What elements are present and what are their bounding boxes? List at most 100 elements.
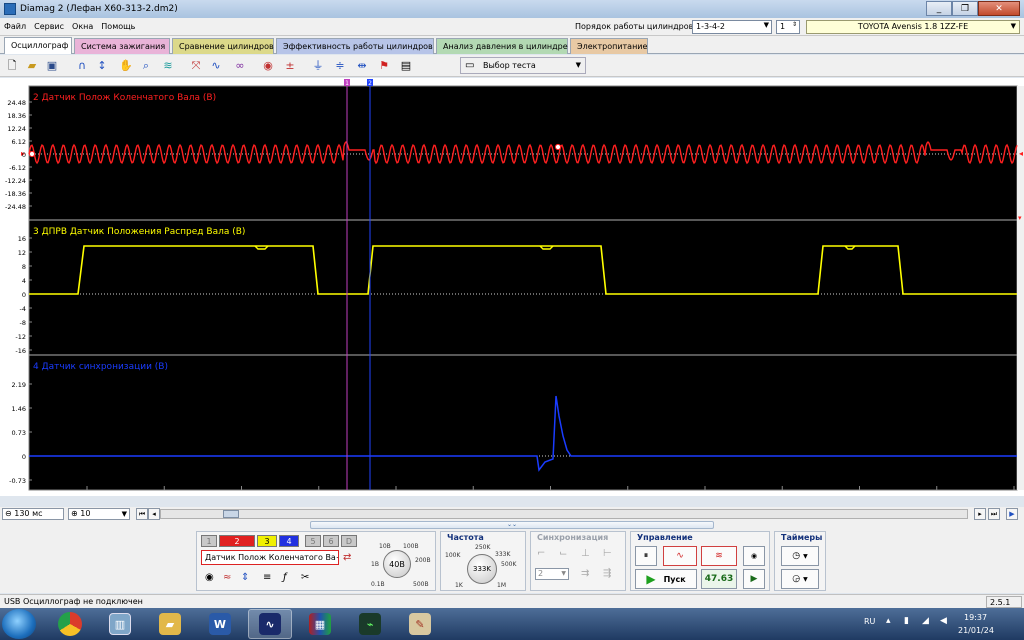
channel-5-button[interactable]: 5	[305, 535, 321, 547]
zero-icon[interactable]: ±	[282, 58, 298, 74]
prev-page-button[interactable]: ◂	[148, 508, 160, 520]
last-page-button[interactable]: ⏭	[988, 508, 1000, 520]
tab-ignition[interactable]: Система зажигания	[74, 38, 170, 54]
tab-oscilloscope[interactable]: Осциллограф	[4, 37, 72, 54]
channel-3-button[interactable]: 3	[257, 535, 277, 547]
taskbar-scope-tool[interactable]: ⌁	[348, 609, 392, 639]
invert-icon[interactable]: ≈	[223, 572, 231, 584]
function-icon[interactable]: ƒ	[283, 572, 287, 584]
channel-6-button[interactable]: 6	[323, 535, 339, 547]
tab-power-supply[interactable]: Электропитание	[570, 38, 648, 54]
cursor-sync-icon[interactable]: ⇹	[354, 58, 370, 74]
language-indicator[interactable]: RU	[864, 617, 875, 626]
menu-help[interactable]: Помощь	[97, 22, 139, 31]
tools-icon[interactable]: ✂	[301, 572, 309, 584]
sine-mode-button[interactable]: ∿	[663, 546, 697, 566]
cylinder-spinner[interactable]: 1 ⇕	[776, 20, 800, 34]
trigger-fall-icon[interactable]: ⌙	[559, 548, 567, 560]
offset-icon[interactable]: ⇕	[241, 572, 249, 584]
stack-icon[interactable]: ≋	[160, 58, 176, 74]
restore-button[interactable]: ❐	[952, 1, 978, 16]
menu-windows[interactable]: Окна	[68, 22, 97, 31]
oscilloscope-area[interactable]: ◂ ▾ ▸ 24.48 18.36 12.24 6.12 0 -6.12 -12.24 -18…	[0, 78, 1024, 496]
play-scroll-button[interactable]: ▶	[1006, 508, 1018, 520]
taskbar-diamag[interactable]: ∿	[248, 609, 292, 639]
clock-time[interactable]: 19:37	[964, 613, 987, 622]
panel-collapse-handle[interactable]: ⌄⌄	[310, 521, 714, 529]
x-tick-label: 3.62541	[481, 495, 510, 496]
vehicle-selector[interactable]: TOYOTA Avensis 1.8 1ZZ-FE ▼	[806, 20, 1020, 34]
channel-4-button[interactable]: 4	[279, 535, 299, 547]
time-scroll-thumb[interactable]	[223, 510, 239, 518]
wave-compare-icon[interactable]: ∿	[208, 58, 224, 74]
minimize-button[interactable]: _	[926, 1, 952, 16]
zoom-select[interactable]: ⊕ 10 ▼	[68, 508, 130, 520]
taskbar-files[interactable]: ▰	[148, 609, 192, 639]
channel-d-button[interactable]: D	[341, 535, 357, 547]
y-tick-label: 0.73	[12, 429, 26, 437]
new-file-icon[interactable]: 🗋	[4, 58, 20, 74]
time-scrollbar[interactable]	[160, 509, 968, 519]
channel-name-field[interactable]: Датчик Полож Коленчатого Ва⋯	[201, 550, 339, 565]
flag-icon[interactable]: ⚑	[376, 58, 392, 74]
timer-1-button[interactable]: ◷ ▼	[781, 546, 819, 566]
show-hidden-icon[interactable]: ▴	[886, 616, 891, 626]
next-page-button[interactable]: ▸	[974, 508, 986, 520]
tab-pressure-analysis[interactable]: Анализ давления в цилиндре	[436, 38, 568, 54]
taskbar-paint[interactable]: ✎	[398, 609, 442, 639]
compress-icon[interactable]: ⤧	[188, 58, 204, 74]
auto-icon[interactable]: ◉	[260, 58, 276, 74]
start-button[interactable]	[2, 609, 36, 639]
frequency-scale-label: 250K	[475, 544, 491, 551]
frequency-knob[interactable]: 333K	[467, 554, 497, 584]
cylinder-order-select[interactable]: 1-3-4-2 ▼	[692, 20, 772, 34]
test-select[interactable]: ▭ Выбор теста ▼	[460, 57, 586, 74]
auto-start-button[interactable]: ▶	[743, 569, 765, 589]
timer-2-button[interactable]: ◶ ▼	[781, 569, 819, 589]
filter-icon[interactable]: ⏚	[310, 58, 326, 74]
report-icon[interactable]: ▤	[398, 58, 414, 74]
network-icon[interactable]: ◢	[922, 616, 929, 626]
sync-channel-select[interactable]: 2 ▼	[535, 568, 569, 580]
menu-service[interactable]: Сервис	[30, 22, 68, 31]
trigger-rise-icon[interactable]: ⌐	[537, 548, 545, 560]
tab-cylinder-compare[interactable]: Сравнение цилиндров	[172, 38, 274, 54]
auto-button[interactable]: ◉	[743, 546, 765, 566]
taskbar-archiver[interactable]: ▦	[298, 609, 342, 639]
oscilloscope-plot[interactable]: ◂ ▾ ▸ 24.4818.3612.246.120-6.12-12.24-18…	[0, 78, 1024, 496]
tab-cylinder-efficiency[interactable]: Эффективность работы цилиндров	[276, 38, 434, 54]
signal-icon[interactable]: ▮	[904, 616, 909, 626]
pause-button[interactable]: ⏸	[635, 546, 657, 566]
start-button[interactable]: ▶ Пуск	[635, 569, 697, 589]
probe-icon[interactable]: ◉	[205, 572, 214, 584]
channel-2-button[interactable]: 2	[219, 535, 255, 547]
trigger-single-icon[interactable]: ⊢	[603, 548, 612, 560]
volume-icon[interactable]: ◀	[940, 616, 947, 626]
overlay-icon[interactable]: ∞	[232, 58, 248, 74]
taskbar-explorer-window[interactable]: ▥	[98, 609, 142, 639]
stretch-icon[interactable]: ↕	[94, 58, 110, 74]
channel-1-button[interactable]: 1	[201, 535, 217, 547]
zoom-icon[interactable]: ⌕	[138, 58, 154, 74]
sync-arrows-icon[interactable]: ⇉	[581, 568, 589, 580]
loop-icon[interactable]: ∩	[74, 58, 90, 74]
ripple-mode-button[interactable]: ≋	[701, 546, 737, 566]
swap-icon[interactable]: ⇄	[343, 552, 351, 564]
trigger-level-icon[interactable]: ⊥	[581, 548, 590, 560]
save-icon[interactable]: ▣	[44, 58, 60, 74]
menu-file[interactable]: Файл	[0, 22, 30, 31]
y-tick-label: 4	[22, 277, 26, 285]
close-button[interactable]: ✕	[978, 1, 1020, 16]
split-icon[interactable]: ≑	[332, 58, 348, 74]
clock-date[interactable]: 21/01/24	[958, 626, 994, 635]
first-page-button[interactable]: ⏮	[136, 508, 148, 520]
sync-edge-icon[interactable]: ⇶	[603, 568, 611, 580]
filter-lines-icon[interactable]: ≡	[263, 572, 271, 584]
voltage-knob[interactable]: 40В	[383, 550, 411, 578]
taskbar-chrome[interactable]	[48, 609, 92, 639]
cursor-label: 2	[368, 80, 372, 87]
timebase-select[interactable]: ⊖ 130 мс	[2, 508, 64, 520]
open-folder-icon[interactable]: ▰	[24, 58, 40, 74]
taskbar-word[interactable]: W	[198, 609, 242, 639]
hand-icon[interactable]: ✋	[118, 58, 134, 74]
